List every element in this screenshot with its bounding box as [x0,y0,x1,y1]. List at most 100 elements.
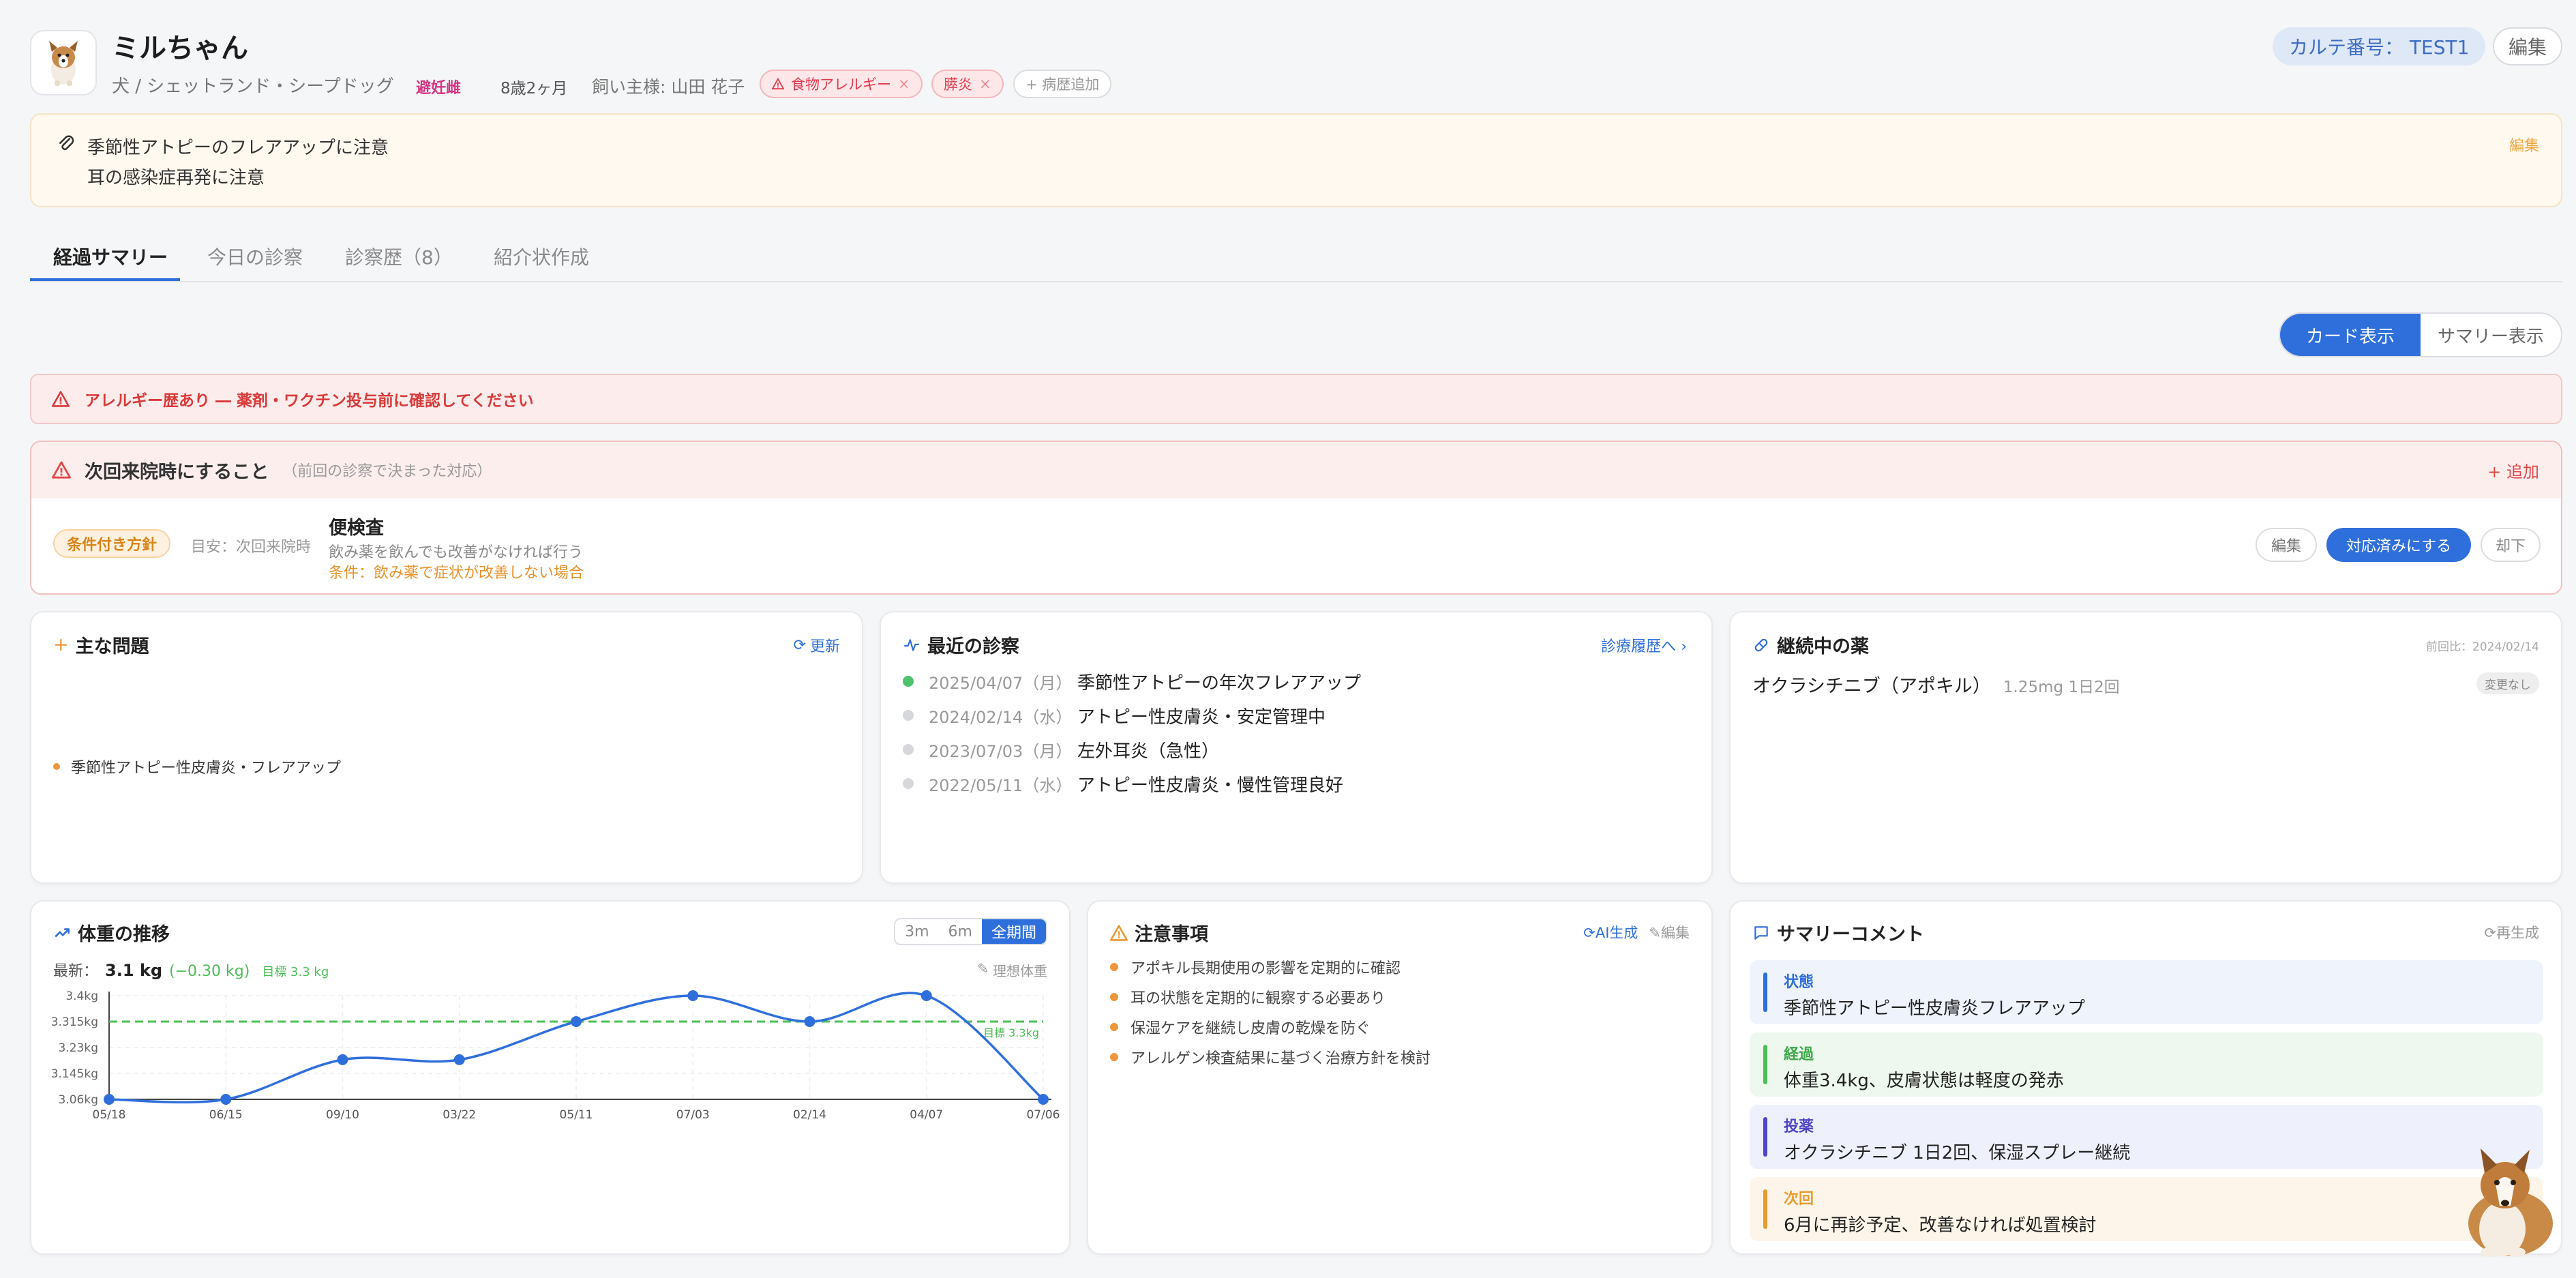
bullet-dot [1110,993,1118,1001]
recent-visits-title: 最近の診察 [903,631,1019,658]
caution-item: 耳の状態を定期的に観察する必要あり [1110,982,1431,1012]
pet-avatar[interactable] [30,30,97,95]
weight-title-text: 体重の推移 [78,924,170,945]
visit-list: 2025/04/07（月） 季節性アトピーの年次フレアアップ 2024/02/1… [903,664,1687,801]
x-tick-label: 07/03 [676,1108,710,1122]
caution-text: アレルゲン検査結果に基づく治療方針を検討 [1130,1050,1431,1067]
bullet-dot [1110,1023,1118,1031]
weight-point [1038,1094,1049,1105]
main-issues-title: + 主な問題 [53,631,149,658]
activity-icon [904,638,919,651]
status-dot [903,744,914,755]
visit-row[interactable]: 2024/02/14（水） アトピー性皮膚炎・安定管理中 [903,698,1687,732]
tag-food-allergy[interactable]: 食物アレルギー × [760,70,923,98]
memo-line: 季節性アトピーのフレアアップに注意 [87,138,389,158]
summary-view-button[interactable]: サマリー表示 [2421,314,2561,356]
pill-icon [1754,638,1768,651]
caution-text: 耳の状態を定期的に観察する必要あり [1130,990,1386,1007]
summary-status: 状態 季節性アトピー性皮膚炎フレアアップ [1750,960,2543,1024]
summary-medication: 投薬 オクラシチニブ 1日2回、保湿スプレー継続 [1750,1105,2543,1169]
ai-generate-button[interactable]: ⟳AI生成 [1583,922,1638,942]
x-tick-label: 06/15 [209,1108,243,1122]
edit-pet-button[interactable]: 編集 [2493,27,2562,65]
visit-date: 2024/02/14（水） [929,707,1073,727]
visit-text: アトピー性皮膚炎・慢性管理良好 [1077,775,1344,796]
visit-date: 2023/07/03（月） [929,741,1073,761]
visit-row[interactable]: 2023/07/03（月） 左外耳炎（急性） [903,732,1687,767]
tab-referral[interactable]: 紹介状作成 [494,243,589,270]
warning-icon [52,391,70,407]
bullet-dot [1110,1053,1118,1061]
x-tick-label: 05/11 [560,1108,593,1122]
visit-date: 2022/05/11（水） [929,775,1073,795]
regenerate-button[interactable]: ⟳再生成 [2484,922,2539,942]
medication-name: オクラシチニブ（アポキル） [1752,676,1991,697]
warning-icon [772,78,784,90]
weight-chart: 3.4kg 3.315kg 3.23kg 3.145kg 3.06kg05/18 06/1… [51,990,1060,1122]
card-view-button[interactable]: カード表示 [2280,314,2421,356]
summary-bar [1763,1189,1767,1229]
dismiss-button[interactable]: 却下 [2481,528,2541,562]
caution-item: 保湿ケアを継続し皮膚の乾燥を防ぐ [1110,1012,1431,1042]
next-visit-header: 次回来院時にすること （前回の診察で決まった対応） [31,442,2561,498]
visit-date: 2025/04/07（月） [929,673,1073,693]
todo-title: 便検査 [329,518,384,539]
mascot-dog-illustration [2468,1148,2553,1257]
visit-history-link[interactable]: 診療履歴へ › [1601,634,1687,656]
summary-comment-title: サマリーコメント [1752,919,1924,946]
add-todo-button[interactable]: + 追加 [2487,458,2539,482]
tab-active-indicator [30,278,180,281]
tab-today-exam[interactable]: 今日の診察 [207,243,303,270]
close-icon[interactable]: × [979,76,991,92]
summary-bar [1763,1045,1767,1084]
tab-divider [30,281,2562,282]
mark-done-button[interactable]: 対応済みにする [2326,528,2471,562]
visit-row[interactable]: 2022/05/11（水） アトピー性皮膚炎・慢性管理良好 [903,767,1687,801]
refresh-issues-button[interactable]: ⟳ 更新 [794,634,840,656]
summary-label: 経過 [1784,1046,1814,1063]
main-issues-card: + 主な問題 ⟳ 更新 季節性アトピー性皮膚炎・フレアアップ [30,611,863,884]
status-dot [903,676,914,687]
recent-visits-title-text: 最近の診察 [927,636,1019,657]
range-3m[interactable]: 3m [895,919,938,944]
bullet-dot [53,763,60,770]
ai-generate-label: AI生成 [1595,925,1638,941]
y-tick-label: 3.145kg [51,1067,98,1081]
summary-text: 6月に再診予定、改善なければ処置検討 [1784,1215,2097,1236]
summary-bar [1763,972,1767,1012]
add-history-button[interactable]: + 病歴追加 [1013,70,1112,98]
range-toggle: 3m 6m 全期間 [894,918,1047,945]
compare-date: 前回比：2024/02/14 [2426,640,2539,654]
weight-point [687,990,699,1001]
bullet-dot [1110,963,1118,971]
range-all[interactable]: 全期間 [981,919,1046,944]
tab-progress-summary[interactable]: 経過サマリー [53,243,168,270]
caution-item: アポキル長期使用の影響を定期的に確認 [1110,952,1431,982]
conditional-badge: 条件付き方針 [53,529,171,558]
cautions-title: 注意事項 [1110,919,1208,946]
ideal-weight-link[interactable]: ✎ 理想体重 [977,960,1047,980]
range-6m[interactable]: 6m [939,919,982,944]
refresh-label: 更新 [809,638,840,655]
latest-diff: (−0.30 kg) [169,963,250,980]
tab-exam-history[interactable]: 診察歴（8） [345,243,453,270]
visit-row[interactable]: 2025/04/07（月） 季節性アトピーの年次フレアアップ [903,664,1687,698]
medications-card: 継続中の薬 前回比：2024/02/14 オクラシチニブ（アポキル） 1.25m… [1729,611,2562,884]
weight-point [571,1016,582,1027]
caution-memo: 季節性アトピーのフレアアップに注意 耳の感染症再発に注意 編集 [30,113,2562,207]
owner-name: 飼い主様: 山田 花子 [592,77,745,97]
tag-pancreatitis[interactable]: 膵炎 × [931,70,1004,98]
summary-comment-card: サマリーコメント ⟳再生成 状態 季節性アトピー性皮膚炎フレアアップ 経過 体重… [1729,900,2562,1255]
cautions-title-text: 注意事項 [1135,924,1208,945]
caution-text: 保湿ケアを継続し皮膚の乾燥を防ぐ [1130,1020,1371,1037]
todo-edit-button[interactable]: 編集 [2256,528,2317,562]
cautions-edit-button[interactable]: ✎編集 [1649,922,1690,942]
summary-next: 次回 6月に再診予定、改善なければ処置検討 [1750,1177,2543,1241]
close-icon[interactable]: × [898,76,910,92]
memo-edit-link[interactable]: 編集 [2509,134,2539,155]
next-visit-card: 次回来院時にすること （前回の診察で決まった対応） + 追加 条件付き方針 目安… [30,441,2562,595]
medication-status-badge: 変更なし [2476,672,2539,694]
plus-icon: + [53,634,69,655]
medication-dose: 1.25mg 1日2回 [2003,679,2120,696]
medication-item: オクラシチニブ（アポキル） 1.25mg 1日2回 [1752,671,2120,698]
